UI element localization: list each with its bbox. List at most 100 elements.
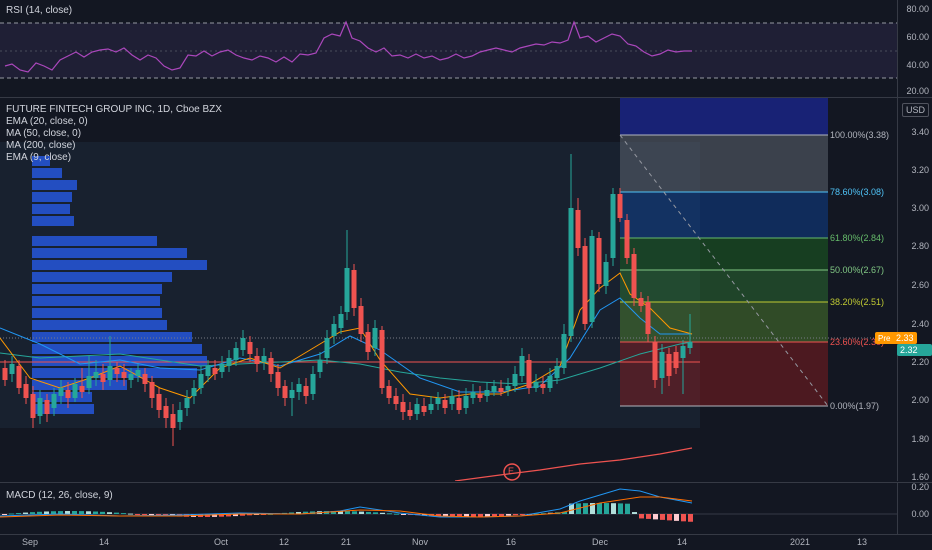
candle — [261, 356, 267, 362]
candle — [351, 270, 357, 308]
rsi-tick: 60.00 — [906, 32, 929, 42]
macd-bar — [597, 503, 602, 514]
fib-label-786: 78.60%(3.08) — [830, 187, 885, 197]
candle — [344, 268, 350, 312]
price-tick: 2.40 — [911, 319, 929, 329]
macd-bar — [394, 513, 399, 515]
macd-bar — [352, 511, 357, 514]
candle — [358, 306, 364, 334]
candle — [282, 386, 288, 398]
candle — [456, 398, 462, 410]
fib-retracement — [619, 98, 829, 407]
macd-bar — [128, 513, 133, 515]
candle — [23, 384, 29, 398]
candle — [79, 386, 85, 392]
ema9-legend[interactable]: EMA (9, close) — [6, 152, 222, 164]
time-tick: Sep — [21, 537, 39, 547]
main-chart-pane[interactable]: FUTURE FINTECH GROUP INC, 1D, Cboe BZX E… — [0, 98, 897, 481]
candle — [582, 246, 588, 324]
fib-label-382: 38.20%(2.51) — [830, 297, 885, 307]
candle — [666, 354, 672, 376]
time-axis[interactable]: Sep 14 Oct 12 21 Nov 16 Dec 14 2021 13 — [0, 534, 932, 550]
earnings-marker[interactable]: E — [508, 466, 514, 476]
macd-bar — [492, 514, 497, 517]
macd-pane[interactable]: MACD (12, 26, close, 9) — [0, 483, 897, 534]
macd-bar — [65, 511, 70, 514]
main-price-axis[interactable]: USD 3.40 3.20 3.00 2.80 2.60 2.40 2.20 2… — [897, 98, 932, 482]
macd-bar — [72, 511, 77, 514]
macd-bar — [114, 512, 119, 514]
candle — [51, 394, 57, 408]
macd-bar — [2, 514, 7, 515]
candle — [477, 394, 483, 398]
ma200-legend[interactable]: MA (200, close) — [6, 140, 222, 152]
rsi-pane[interactable]: RSI (14, close) — [0, 0, 897, 97]
macd-bar — [506, 514, 511, 516]
macd-bar — [30, 512, 35, 514]
fib-label-500: 50.00%(2.67) — [830, 265, 885, 275]
time-tick: 14 — [98, 537, 110, 547]
price-tick: 1.60 — [911, 472, 929, 482]
candle — [533, 382, 539, 388]
time-tick: 13 — [856, 537, 868, 547]
macd-bar — [79, 511, 84, 514]
candle — [100, 374, 106, 382]
macd-bar — [485, 514, 490, 517]
candle — [191, 388, 197, 396]
macd-price-axis[interactable]: 0.20 0.00 — [897, 482, 932, 534]
candle — [505, 386, 511, 390]
macd-bar — [499, 514, 504, 517]
time-tick: 2021 — [789, 537, 811, 547]
macd-bar — [513, 514, 518, 516]
candle — [575, 210, 581, 248]
candle — [414, 404, 420, 414]
fib-label-0: 0.00%(1.97) — [830, 401, 880, 411]
candle — [386, 386, 392, 398]
candle — [568, 208, 574, 336]
candle — [121, 372, 127, 378]
macd-bar — [142, 514, 147, 515]
ma200-line — [454, 447, 693, 481]
fib-label-100: 100.00%(3.38) — [830, 130, 890, 140]
candle — [177, 410, 183, 422]
currency-badge[interactable]: USD — [901, 103, 929, 117]
candle — [603, 262, 609, 286]
ema20-legend[interactable]: EMA (20, close, 0) — [6, 116, 222, 128]
time-tick: Nov — [411, 537, 429, 547]
candle — [393, 396, 399, 404]
macd-bar — [604, 503, 609, 514]
candle — [16, 366, 22, 388]
price-tick: 3.40 — [911, 127, 929, 137]
macd-bar — [401, 514, 406, 515]
candle — [631, 254, 637, 298]
macd-bar — [681, 514, 686, 522]
candle — [547, 376, 553, 388]
candle — [554, 366, 560, 378]
candle — [638, 298, 644, 306]
candle — [498, 388, 504, 392]
rsi-price-axis[interactable]: 80.00 60.00 40.00 20.00 — [897, 0, 932, 97]
price-tick: 3.00 — [911, 203, 929, 213]
price-tick: 2.80 — [911, 241, 929, 251]
macd-bar — [625, 503, 630, 514]
candle — [491, 386, 497, 392]
rsi-legend: RSI (14, close) — [6, 5, 73, 16]
ma50-legend[interactable]: MA (50, close, 0) — [6, 128, 222, 140]
candle — [275, 372, 281, 388]
candle — [219, 364, 225, 372]
symbol-title[interactable]: FUTURE FINTECH GROUP INC, 1D, Cboe BZX — [6, 104, 222, 116]
macd-bar — [688, 514, 693, 522]
macd-bar — [632, 512, 637, 514]
candle — [254, 356, 260, 364]
time-tick: Dec — [591, 537, 609, 547]
macd-bar — [9, 513, 14, 515]
candle — [184, 398, 190, 408]
candle — [645, 302, 651, 334]
candle — [379, 330, 385, 388]
macd-bar — [359, 511, 364, 514]
macd-bar — [135, 514, 140, 515]
candle — [72, 384, 78, 398]
candle — [198, 374, 204, 388]
macd-bar — [611, 503, 616, 514]
pre-label: Pre — [878, 334, 891, 343]
